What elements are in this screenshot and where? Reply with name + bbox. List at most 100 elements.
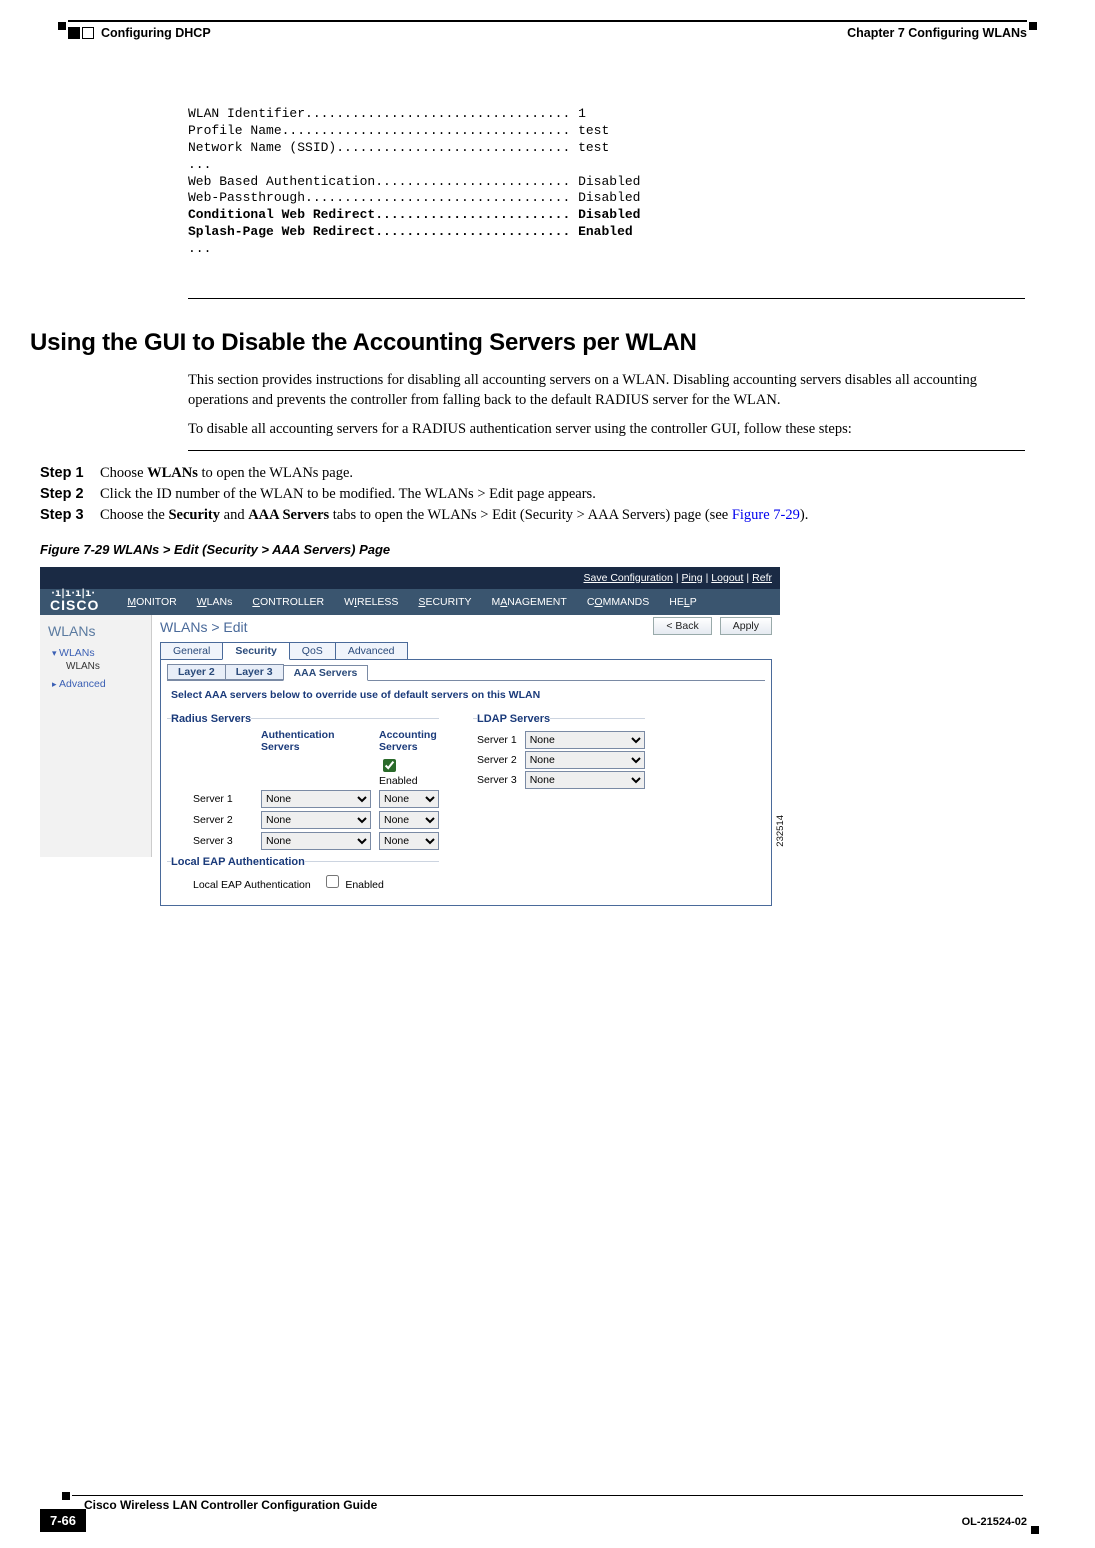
steps: Step 1 Choose WLANs to open the WLANs pa… bbox=[40, 465, 1055, 857]
acct-enabled-checkbox[interactable] bbox=[383, 759, 396, 772]
srv3-label: Server 3 bbox=[193, 835, 253, 847]
acct-server1-select[interactable]: None bbox=[379, 790, 439, 808]
local-eap-row: Local EAP Authentication Enabled bbox=[193, 872, 439, 891]
tab-qos[interactable]: QoS bbox=[289, 642, 336, 660]
ldap-row-2: Server 2None bbox=[477, 751, 645, 769]
auth-server1-select[interactable]: None bbox=[261, 790, 371, 808]
header-marker-right bbox=[1029, 22, 1037, 30]
nav-commands[interactable]: COMMANDS bbox=[577, 596, 659, 608]
step-3-label: Step 3 bbox=[40, 507, 86, 524]
action-buttons: < Back Apply bbox=[653, 617, 772, 635]
header-marker-left bbox=[58, 22, 66, 30]
para-1: This section provides instructions for d… bbox=[188, 371, 1025, 410]
figure-ref-link[interactable]: Figure 7-29 bbox=[732, 507, 800, 523]
section-body: This section provides instructions for d… bbox=[188, 371, 1025, 440]
cisco-logo-text: CISCO bbox=[50, 597, 99, 613]
step-1-label: Step 1 bbox=[40, 465, 86, 482]
tab-general[interactable]: General bbox=[160, 642, 223, 660]
link-ping[interactable]: Ping bbox=[682, 572, 703, 584]
rule-above-steps bbox=[188, 450, 1025, 451]
footer-marker-upper bbox=[62, 1492, 70, 1500]
ldap-server1-select[interactable]: None bbox=[525, 731, 645, 749]
acct-server3-select[interactable]: None bbox=[379, 832, 439, 850]
acct-enabled-cell: Enabled bbox=[379, 756, 439, 787]
footer-rule bbox=[72, 1495, 1023, 1496]
ldap-server3-select[interactable]: None bbox=[525, 771, 645, 789]
acct-server2-select[interactable]: None bbox=[379, 811, 439, 829]
cli-output: WLAN Identifier.........................… bbox=[188, 106, 1025, 258]
chapter-label: Chapter 7 Configuring WLANs bbox=[847, 26, 1027, 40]
sidebar-item-wlans[interactable]: WLANs bbox=[52, 647, 145, 659]
radius-fieldset: Radius Servers Authentication Servers Ac… bbox=[167, 713, 439, 850]
step-2: Step 2 Click the ID number of the WLAN t… bbox=[40, 486, 1055, 503]
cisco-logo: ·ı|ı·ı|ı· CISCO bbox=[40, 591, 117, 613]
step-3-text: Choose the Security and AAA Servers tabs… bbox=[100, 507, 808, 524]
tab-advanced[interactable]: Advanced bbox=[335, 642, 408, 660]
page-number: 7-66 bbox=[40, 1509, 86, 1532]
ldap-row-3: Server 3None bbox=[477, 771, 645, 789]
nav-wlans[interactable]: WLANs bbox=[187, 596, 243, 608]
step-1: Step 1 Choose WLANs to open the WLANs pa… bbox=[40, 465, 1055, 482]
fig-sidebar: WLANs WLANs WLANs Advanced bbox=[40, 615, 152, 857]
auth-servers-head: Authentication Servers bbox=[261, 729, 371, 753]
outer-tabs: General Security QoS Advanced bbox=[160, 641, 772, 659]
fig-navbar: ·ı|ı·ı|ı· CISCO MONITOR WLANs CONTROLLER… bbox=[40, 589, 780, 615]
link-refresh[interactable]: Refr bbox=[752, 572, 772, 584]
ldap-row-1: Server 1None bbox=[477, 731, 645, 749]
srv2-label: Server 2 bbox=[193, 814, 253, 826]
section-marker-solid bbox=[68, 27, 80, 39]
override-text: Select AAA servers below to override use… bbox=[171, 689, 765, 701]
sidebar-title: WLANs bbox=[48, 623, 145, 639]
figure-caption: Figure 7-29 WLANs > Edit (Security > AAA… bbox=[40, 542, 1055, 557]
itab-aaa-servers[interactable]: AAA Servers bbox=[283, 665, 369, 681]
link-logout[interactable]: Logout bbox=[711, 572, 743, 584]
cli-bold: Conditional Web Redirect................… bbox=[188, 207, 640, 239]
body-column: WLAN Identifier.........................… bbox=[188, 106, 1025, 258]
radius-legend: Radius Servers bbox=[171, 713, 251, 725]
local-eap-checkbox[interactable] bbox=[326, 875, 339, 888]
auth-server3-select[interactable]: None bbox=[261, 832, 371, 850]
section-marker-outline bbox=[82, 27, 94, 39]
auth-server2-select[interactable]: None bbox=[261, 811, 371, 829]
tab-security[interactable]: Security bbox=[222, 642, 289, 660]
local-eap-fieldset: Local EAP Authentication Local EAP Authe… bbox=[167, 856, 439, 891]
nav-help[interactable]: HELP bbox=[659, 596, 706, 608]
para-2: To disable all accounting servers for a … bbox=[188, 420, 1025, 440]
acct-enabled-label: Enabled bbox=[379, 775, 418, 787]
itab-layer3[interactable]: Layer 3 bbox=[225, 664, 284, 680]
radius-column: Radius Servers Authentication Servers Ac… bbox=[167, 709, 439, 897]
tab-panel: Layer 2 Layer 3 AAA Servers Select AAA s… bbox=[160, 659, 772, 906]
link-save-configuration[interactable]: Save Configuration bbox=[584, 572, 673, 584]
nav-monitor[interactable]: MONITOR bbox=[117, 596, 186, 608]
local-eap-enabled-label: Enabled bbox=[345, 879, 384, 891]
rule-above-heading bbox=[188, 298, 1025, 299]
sidebar-item-advanced[interactable]: Advanced bbox=[52, 678, 145, 690]
apply-button[interactable]: Apply bbox=[720, 617, 772, 635]
fig-main: WLANs > Edit < Back Apply General Securi… bbox=[152, 615, 780, 857]
ldap-legend: LDAP Servers bbox=[477, 713, 550, 725]
ldap-server2-select[interactable]: None bbox=[525, 751, 645, 769]
footer-marker-lower bbox=[1031, 1526, 1039, 1534]
cli-plain: WLAN Identifier.........................… bbox=[188, 106, 640, 205]
sidebar-subitem-wlans[interactable]: WLANs bbox=[66, 661, 145, 672]
inner-tab-rule bbox=[167, 680, 765, 681]
page: Chapter 7 Configuring WLANs Configuring … bbox=[0, 0, 1095, 1548]
server-columns: Radius Servers Authentication Servers Ac… bbox=[167, 709, 765, 897]
fig-body: WLANs WLANs WLANs Advanced WLANs > Edit … bbox=[40, 615, 780, 857]
nav-management[interactable]: MANAGEMENT bbox=[482, 596, 577, 608]
section-text: Configuring DHCP bbox=[101, 26, 211, 40]
radius-table: Authentication Servers Accounting Server… bbox=[193, 729, 439, 850]
itab-layer2[interactable]: Layer 2 bbox=[167, 664, 226, 680]
back-button[interactable]: < Back bbox=[653, 617, 711, 635]
fig-titlebar: Save Configuration | Ping | Logout | Ref… bbox=[40, 567, 780, 589]
step-1-text: Choose WLANs to open the WLANs page. bbox=[100, 465, 353, 482]
nav-controller[interactable]: CONTROLLER bbox=[242, 596, 334, 608]
inner-tabs: Layer 2 Layer 3 AAA Servers bbox=[167, 664, 765, 680]
acct-servers-head: Accounting Servers bbox=[379, 729, 439, 753]
nav-wireless[interactable]: WIRELESS bbox=[334, 596, 408, 608]
figure-screenshot: Save Configuration | Ping | Logout | Ref… bbox=[40, 567, 780, 857]
nav-security[interactable]: SECURITY bbox=[408, 596, 481, 608]
breadcrumb: WLANs > Edit bbox=[160, 619, 248, 635]
figure-id: 232514 bbox=[775, 815, 786, 847]
footer-guide-title: Cisco Wireless LAN Controller Configurat… bbox=[84, 1498, 377, 1512]
